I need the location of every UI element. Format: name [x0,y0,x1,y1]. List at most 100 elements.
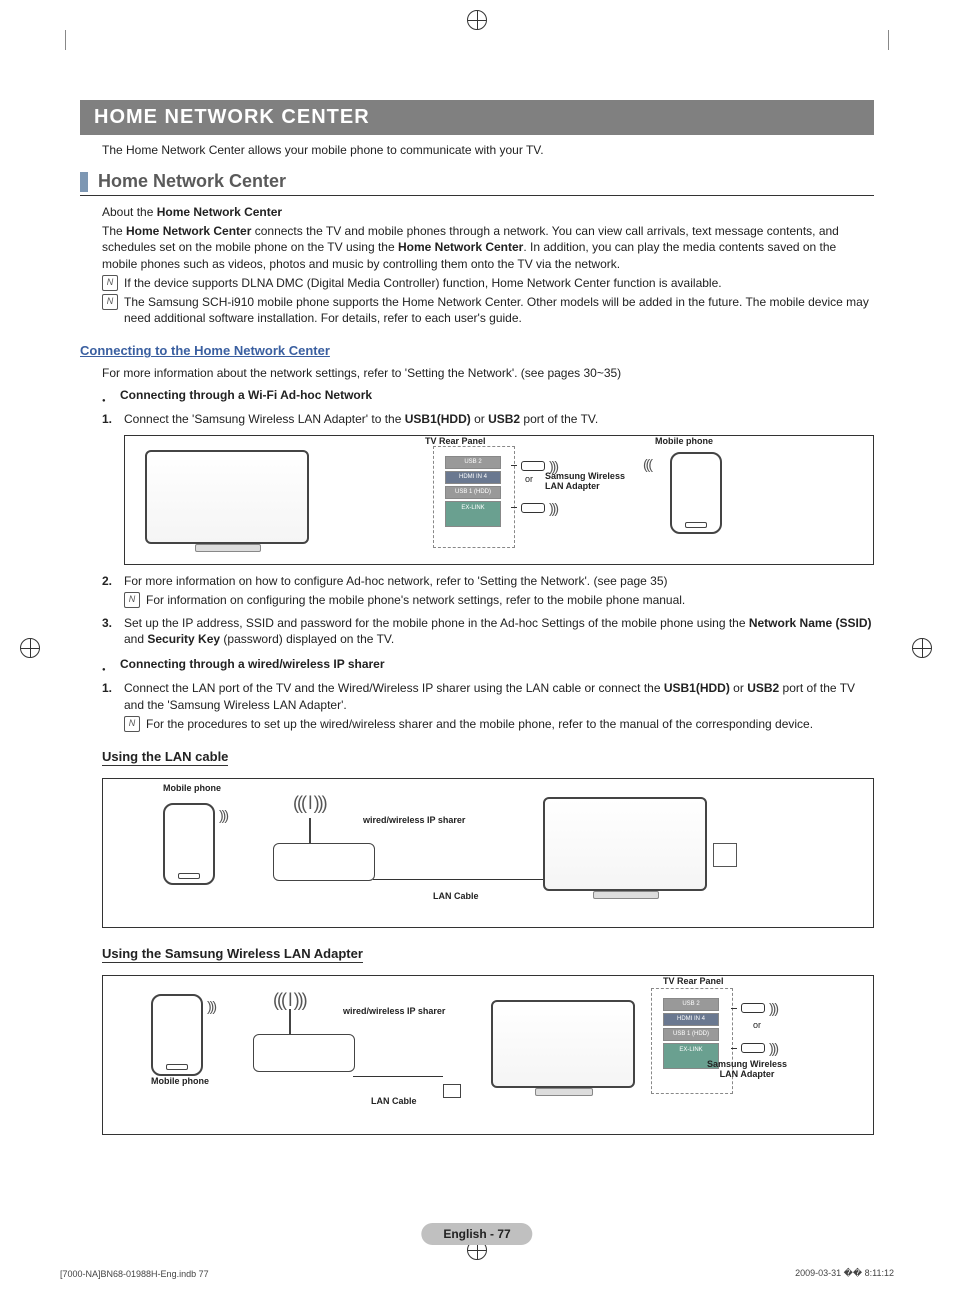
phone-icon [163,803,215,885]
registration-mark-icon [467,10,487,30]
bullet-icon [102,388,110,405]
text: USB1(HDD) [664,681,730,695]
fig-label-mobile: Mobile phone [151,1076,209,1086]
bullet-item: Connecting through a wired/wireless IP s… [102,657,874,674]
wifi-waves-icon: ))) [219,807,227,823]
phone-icon [670,452,722,534]
crop-mark-icon [65,30,66,50]
fig-or: or [753,1020,761,1030]
text: port of the TV. [520,412,598,426]
connect-body: For more information about the network s… [102,365,874,735]
text: (password) displayed on the TV. [220,632,394,646]
wifi-waves-icon: ((( ǀ ))) [293,793,326,814]
tv-stand-icon [593,891,659,899]
step-2: 2. For more information on how to config… [102,573,874,611]
page: HOME NETWORK CENTER The Home Network Cen… [0,0,954,1315]
page-banner: HOME NETWORK CENTER [80,100,874,135]
usb-adapter-icon [741,1043,765,1053]
text: USB2 [747,681,779,695]
about-bold: Home Network Center [157,205,282,219]
figure-adhoc: TV Rear Panel Mobile phone USB 2 HDMI IN… [124,435,874,565]
fig-label-tv-rear: TV Rear Panel [663,976,724,986]
main-paragraph: The Home Network Center connects the TV … [102,223,874,272]
wifi-waves-icon: ((( ǀ ))) [273,990,306,1011]
step-1: 1. Connect the 'Samsung Wireless LAN Ada… [102,411,874,427]
fig-or: or [525,474,533,484]
bullet-label: Connecting through a wired/wireless IP s… [120,657,385,674]
fig-adapter-label: Samsung Wireless LAN Adapter [697,1060,797,1080]
note-icon: N [102,294,118,310]
adapter-row: ))) [731,1040,777,1056]
port-hdmi: HDMI IN 4 [663,1013,719,1026]
step-text: Set up the IP address, SSID and password… [124,615,874,647]
fig-label-sharer: wired/wireless IP sharer [343,1006,445,1016]
step-text: For more information on how to configure… [124,573,685,611]
subheading-wlan: Using the Samsung Wireless LAN Adapter [102,946,363,963]
router-icon [253,1034,355,1072]
fig-label-tv-rear: TV Rear Panel [425,436,486,446]
fig-label-mobile: Mobile phone [655,436,713,446]
connect-intro: For more information about the network s… [102,365,874,381]
bullet-icon [102,657,110,674]
fig-label-mobile: Mobile phone [163,783,221,793]
text: or [730,681,747,695]
figure-wlan: ))) Mobile phone ((( ǀ ))) wired/wireles… [102,975,874,1135]
crop-mark-icon [888,30,889,50]
port-usb1: USB 1 (HDD) [663,1028,719,1041]
footer-filename: [7000-NA]BN68-01988H-Eng.indb 77 [60,1269,209,1279]
body-content: About the Home Network Center The Home N… [102,204,874,326]
note-item: N If the device supports DLNA DMC (Digit… [102,275,874,291]
fig-label-lan: LAN Cable [433,891,479,901]
note-icon: N [124,592,140,608]
tv-stand-icon [195,544,261,552]
usb-adapter-icon [741,1003,765,1013]
registration-mark-icon [912,638,932,658]
text: Security Key [147,632,220,646]
modem-icon [443,1084,461,1098]
lan-port-icon [713,843,737,867]
section-accent-bar [80,172,88,192]
phone-icon [151,994,203,1076]
adapter-row: ))) [731,1000,777,1016]
wifi-waves-icon: ))) [549,500,557,516]
text: or [471,412,488,426]
about-line: About the Home Network Center [102,204,874,220]
fig-adapter-label: Samsung Wireless LAN Adapter [545,472,635,492]
text: Network Name (SSID) [749,616,872,630]
footer-timestamp: 2009-03-31 �� 8:11:12 [795,1268,894,1279]
page-number-badge: English - 77 [421,1223,532,1245]
note-icon: N [102,275,118,291]
step-number: 1. [102,411,116,427]
note-icon: N [124,716,140,732]
step-text: Connect the LAN port of the TV and the W… [124,680,874,735]
lan-cable-line [353,1076,443,1077]
tv-stand-icon [535,1088,593,1096]
fig-label-lan: LAN Cable [371,1096,417,1106]
subheading-lan: Using the LAN cable [102,749,228,766]
bullet-item: Connecting through a Wi-Fi Ad-hoc Networ… [102,388,874,405]
subheading-connecting: Connecting to the Home Network Center [80,343,330,358]
note-text: If the device supports DLNA DMC (Digital… [124,275,722,291]
ip-step-1: 1. Connect the LAN port of the TV and th… [102,680,874,735]
text: USB1(HDD) [405,412,471,426]
section-heading: Home Network Center [80,171,874,192]
text: Connect the LAN port of the TV and the W… [124,681,664,695]
wifi-waves-icon: ))) [769,1040,777,1056]
tv-icon [543,797,707,891]
tv-icon [145,450,309,544]
text: Set up the IP address, SSID and password… [124,616,749,630]
note-item: N The Samsung SCH-i910 mobile phone supp… [102,294,874,326]
usb-adapter-icon [521,461,545,471]
lan-cable-line [373,879,553,880]
intro-text: The Home Network Center allows your mobi… [102,143,874,157]
note-text: For information on configuring the mobil… [146,592,685,608]
figure-lan: Mobile phone ))) ((( ǀ ))) wired/wireles… [102,778,874,928]
about-prefix: About the [102,205,157,219]
text: and [124,632,147,646]
section-title: Home Network Center [98,171,286,192]
text: Home Network Center [126,224,251,238]
wifi-waves-icon: ))) [207,998,215,1014]
registration-mark-icon [20,638,40,658]
wifi-waves-icon: ((( [643,456,651,472]
note-text: For the procedures to set up the wired/w… [146,716,813,732]
